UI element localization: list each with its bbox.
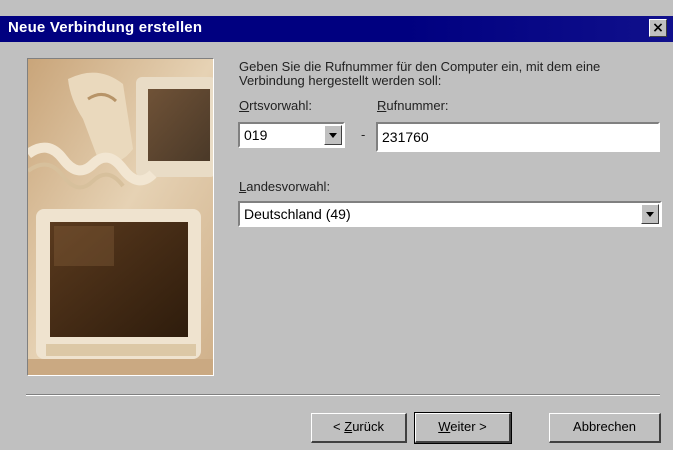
phone-number-label-rest: ufnummer: xyxy=(386,98,449,113)
cancel-button[interactable]: Abbrechen xyxy=(549,413,661,443)
next-button[interactable]: Weiter > xyxy=(414,412,512,444)
area-code-label: Ortsvorwahl: xyxy=(239,98,312,113)
window-title: Neue Verbindung erstellen xyxy=(8,19,203,36)
country-code-label-rest: andesvorwahl: xyxy=(246,179,331,194)
country-code-value[interactable]: Deutschland (49) xyxy=(244,206,351,222)
back-button-mnemonic: Z xyxy=(344,419,353,434)
computer-photo xyxy=(27,58,214,376)
phone-number-value[interactable]: 231760 xyxy=(382,129,429,145)
close-icon: × xyxy=(652,20,664,36)
dialog-window: Neue Verbindung erstellen × Geben Sie di… xyxy=(0,0,673,450)
phone-number-input[interactable]: 231760 xyxy=(376,122,660,152)
chevron-down-icon[interactable] xyxy=(641,204,659,224)
next-button-mnemonic: W xyxy=(438,419,451,434)
area-code-value[interactable]: 019 xyxy=(244,127,267,143)
phone-number-label-mnemonic: R xyxy=(377,98,387,113)
chevron-down-icon[interactable] xyxy=(324,125,342,145)
phone-number-label: Rufnummer: xyxy=(377,98,449,113)
title-bar[interactable]: Neue Verbindung erstellen × xyxy=(0,16,673,42)
area-code-label-rest: rtsvorwahl: xyxy=(249,98,312,113)
area-code-label-mnemonic: O xyxy=(239,98,250,113)
back-button-rest: urück xyxy=(352,419,384,434)
back-button-prefix: < xyxy=(333,419,345,434)
area-code-combobox[interactable]: 019 xyxy=(238,122,345,148)
close-button[interactable]: × xyxy=(649,19,667,37)
next-button-rest: eiter > xyxy=(450,419,487,434)
country-code-combobox[interactable]: Deutschland (49) xyxy=(238,201,662,227)
dash-separator: - xyxy=(361,127,366,142)
country-code-label: Landesvorwahl: xyxy=(239,179,330,194)
divider-highlight xyxy=(26,395,660,396)
back-button[interactable]: < Zurück xyxy=(311,413,407,443)
instructions-text: Geben Sie die Rufnummer für den Computer… xyxy=(239,59,601,88)
